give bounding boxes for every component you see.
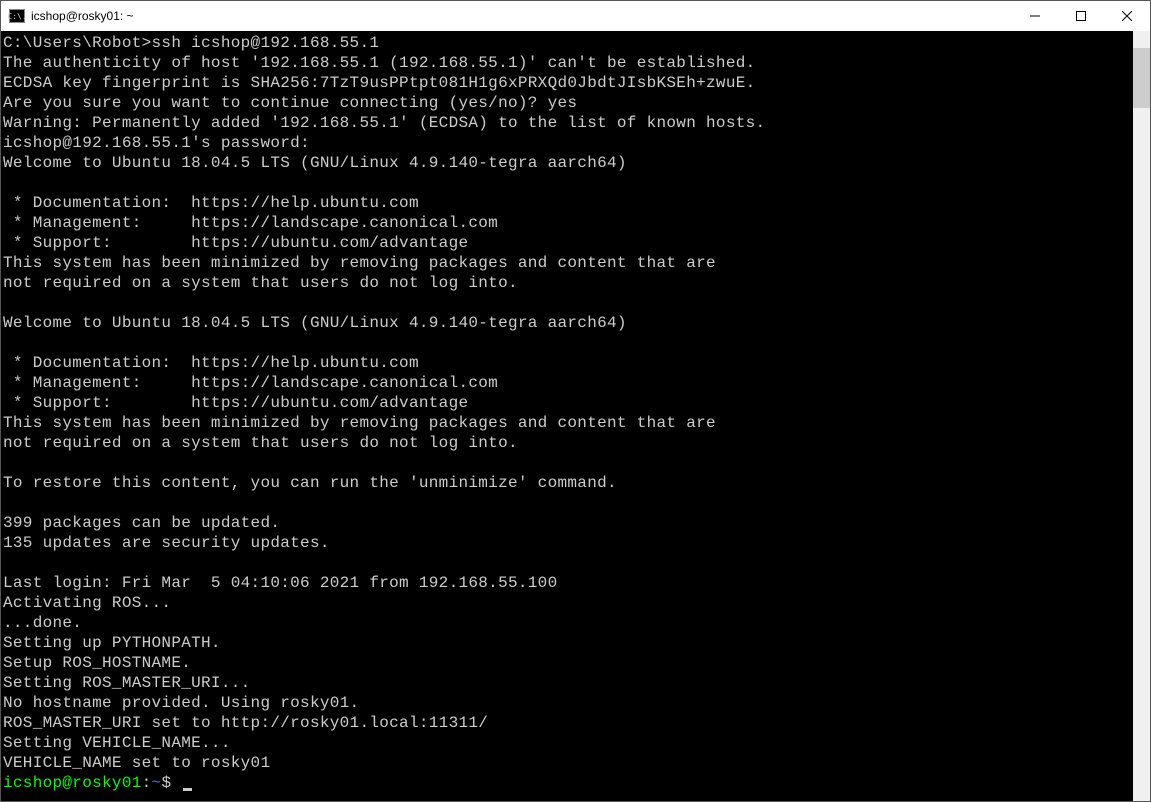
terminal-line: ROS_MASTER_URI set to http://rosky01.loc… — [3, 713, 1133, 733]
terminal-line: Setup ROS_HOSTNAME. — [3, 653, 1133, 673]
window-title: icshop@rosky01: ~ — [31, 9, 134, 23]
scrollbar[interactable] — [1133, 31, 1150, 801]
terminal-line: Setting ROS_MASTER_URI... — [3, 673, 1133, 693]
terminal-output[interactable]: C:\Users\Robot>ssh icshop@192.168.55.1Th… — [1, 31, 1133, 801]
terminal-line: icshop@192.168.55.1's password: — [3, 133, 1133, 153]
prompt-user-host: icshop@rosky01 — [3, 774, 142, 792]
terminal-line: VEHICLE_NAME set to rosky01 — [3, 753, 1133, 773]
terminal-line: Welcome to Ubuntu 18.04.5 LTS (GNU/Linux… — [3, 153, 1133, 173]
terminal-line: 135 updates are security updates. — [3, 533, 1133, 553]
terminal-line: Last login: Fri Mar 5 04:10:06 2021 from… — [3, 573, 1133, 593]
terminal-line: Warning: Permanently added '192.168.55.1… — [3, 113, 1133, 133]
terminal-line — [3, 293, 1133, 313]
terminal-line — [3, 493, 1133, 513]
terminal-line: not required on a system that users do n… — [3, 273, 1133, 293]
terminal-line: * Support: https://ubuntu.com/advantage — [3, 393, 1133, 413]
terminal-line: * Documentation: https://help.ubuntu.com — [3, 193, 1133, 213]
terminal-line: This system has been minimized by removi… — [3, 413, 1133, 433]
terminal-line: Welcome to Ubuntu 18.04.5 LTS (GNU/Linux… — [3, 313, 1133, 333]
terminal-line: * Documentation: https://help.ubuntu.com — [3, 353, 1133, 373]
terminal-line: not required on a system that users do n… — [3, 433, 1133, 453]
terminal-line: * Management: https://landscape.canonica… — [3, 373, 1133, 393]
prompt-dollar: $ — [161, 774, 171, 792]
minimize-button[interactable] — [1012, 1, 1058, 31]
terminal-line: ECDSA key fingerprint is SHA256:7TzT9usP… — [3, 73, 1133, 93]
window-controls — [1012, 1, 1150, 31]
terminal-line: Are you sure you want to continue connec… — [3, 93, 1133, 113]
prompt-path: ~ — [152, 774, 162, 792]
terminal-line: 399 packages can be updated. — [3, 513, 1133, 533]
terminal-line: This system has been minimized by removi… — [3, 253, 1133, 273]
close-button[interactable] — [1104, 1, 1150, 31]
titlebar[interactable]: C:\. icshop@rosky01: ~ — [1, 1, 1150, 31]
terminal-line: C:\Users\Robot>ssh icshop@192.168.55.1 — [3, 33, 1133, 53]
scrollbar-thumb[interactable] — [1133, 48, 1150, 108]
maximize-button[interactable] — [1058, 1, 1104, 31]
terminal-window: C:\. icshop@rosky01: ~ C:\Users\Robot>ss… — [0, 0, 1151, 802]
terminal-prompt-line: icshop@rosky01:~$ — [3, 773, 1133, 793]
cursor — [183, 788, 192, 791]
terminal-line: Setting VEHICLE_NAME... — [3, 733, 1133, 753]
titlebar-left: C:\. icshop@rosky01: ~ — [9, 9, 134, 23]
terminal-line: Setting up PYTHONPATH. — [3, 633, 1133, 653]
terminal-line: No hostname provided. Using rosky01. — [3, 693, 1133, 713]
terminal-line: * Support: https://ubuntu.com/advantage — [3, 233, 1133, 253]
terminal-line: To restore this content, you can run the… — [3, 473, 1133, 493]
terminal-line — [3, 173, 1133, 193]
terminal-line — [3, 453, 1133, 473]
terminal-line — [3, 553, 1133, 573]
terminal-line: ...done. — [3, 613, 1133, 633]
terminal-line: The authenticity of host '192.168.55.1 (… — [3, 53, 1133, 73]
terminal-line: * Management: https://landscape.canonica… — [3, 213, 1133, 233]
terminal-line: Activating ROS... — [3, 593, 1133, 613]
terminal-line — [3, 333, 1133, 353]
terminal-wrapper: C:\Users\Robot>ssh icshop@192.168.55.1Th… — [1, 31, 1150, 801]
prompt-colon: : — [142, 774, 152, 792]
terminal-icon: C:\. — [9, 9, 25, 23]
